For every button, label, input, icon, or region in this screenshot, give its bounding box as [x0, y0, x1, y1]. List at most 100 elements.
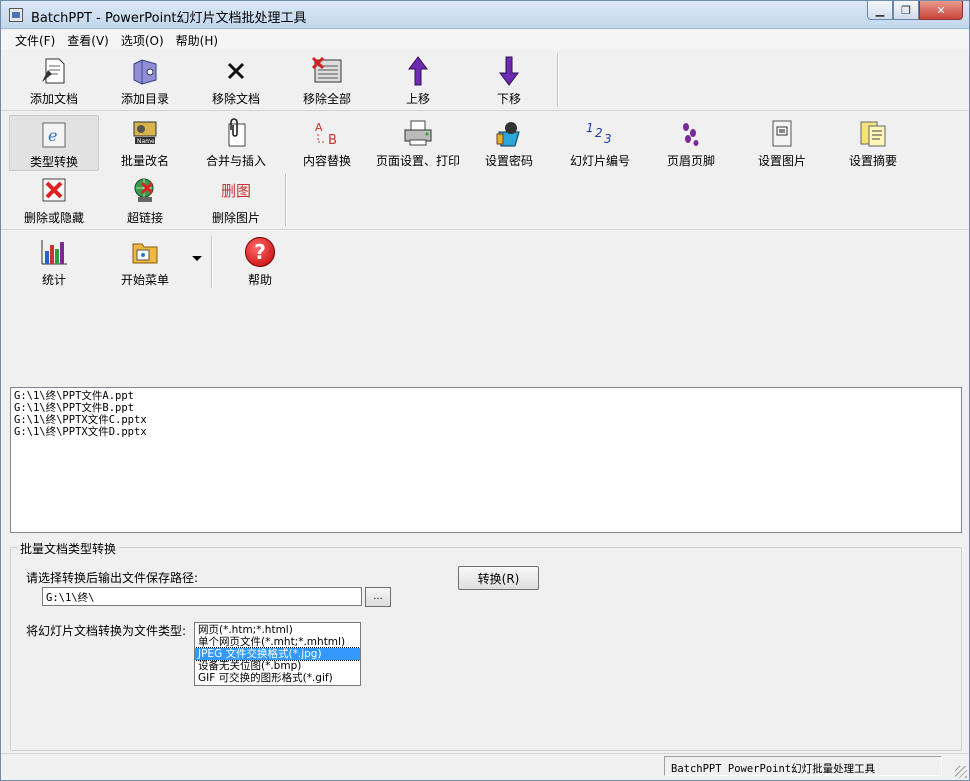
app-window: BatchPPT - PowerPoint幻灯片文档批处理工具 ▁ ❐ ✕ 文件…	[0, 0, 970, 781]
arrow-up-icon	[402, 55, 434, 87]
remove-document-button[interactable]: 移除文档	[191, 53, 281, 109]
header-footer-button[interactable]: 页眉页脚	[646, 115, 736, 171]
header-footer-label: 页眉页脚	[666, 154, 715, 168]
menu-options[interactable]: 选项(O)	[115, 32, 170, 49]
hyperlink-icon	[129, 174, 161, 206]
toolbar-separator	[557, 53, 559, 107]
file-type-label: 将幻灯片文档转换为文件类型:	[26, 624, 187, 638]
add-document-label: 添加文档	[29, 92, 78, 106]
remove-all-button[interactable]: 移除全部	[282, 53, 372, 109]
set-picture-button[interactable]: 设置图片	[737, 115, 827, 171]
statistics-button[interactable]: 统计	[9, 234, 99, 290]
resize-grip-icon[interactable]	[955, 766, 967, 778]
list-item[interactable]: G:\1\终\PPT文件A.ppt	[14, 390, 958, 402]
window-title: BatchPPT - PowerPoint幻灯片文档批处理工具	[31, 11, 307, 26]
statistics-icon	[38, 236, 70, 268]
start-menu-button[interactable]: 开始菜单	[100, 234, 190, 290]
move-down-button[interactable]: 下移	[464, 53, 554, 109]
menu-bar: 文件(F) 查看(V) 选项(O) 帮助(H)	[1, 30, 969, 50]
remove-icon	[220, 55, 252, 87]
close-button[interactable]: ✕	[919, 1, 963, 20]
delete-hide-icon	[38, 174, 70, 206]
help-icon: ?	[244, 236, 276, 268]
file-type-option-selected[interactable]: JPEG 文件交换格式(*.jpg)	[195, 647, 360, 661]
toolbar-operations: e 类型转换 Name 批量改名 合并与插入 AB 内容替换 页面设置、打印 设…	[1, 112, 969, 172]
numbering-icon: 123	[584, 117, 616, 149]
menu-file[interactable]: 文件(F)	[9, 32, 61, 49]
title-bar: BatchPPT - PowerPoint幻灯片文档批处理工具 ▁ ❐ ✕	[1, 1, 969, 29]
svg-text:B: B	[328, 133, 337, 148]
batch-rename-label: 批量改名	[120, 154, 169, 168]
remove-all-label: 移除全部	[302, 92, 351, 106]
convert-button[interactable]: 转换(R)	[458, 566, 539, 590]
panel-title: 批量文档类型转换	[17, 540, 120, 557]
output-path-label: 请选择转换后输出文件保存路径:	[26, 571, 199, 585]
restore-button[interactable]: ❐	[893, 1, 919, 20]
menu-help[interactable]: 帮助(H)	[170, 32, 224, 49]
set-summary-label: 设置摘要	[848, 154, 897, 168]
delete-hide-button[interactable]: 删除或隐藏	[9, 172, 99, 228]
minimize-button[interactable]: ▁	[867, 1, 893, 20]
window-controls: ▁ ❐ ✕	[867, 1, 963, 21]
move-up-button[interactable]: 上移	[373, 53, 463, 109]
svg-text:e: e	[48, 126, 57, 145]
file-type-option[interactable]: 网页(*.htm;*.html)	[195, 624, 360, 636]
add-folder-icon	[129, 55, 161, 87]
svg-text:2: 2	[595, 126, 603, 140]
file-type-option[interactable]: 设备无关位图(*.bmp)	[195, 660, 360, 672]
footprints-icon	[675, 117, 707, 149]
add-document-button[interactable]: 添加文档	[9, 53, 99, 109]
remove-all-icon	[311, 55, 343, 87]
slide-numbering-button[interactable]: 123 幻灯片编号	[555, 115, 645, 171]
status-bar: BatchPPT PowerPoint幻灯批量处理工具	[1, 753, 969, 780]
menu-view[interactable]: 查看(V)	[61, 32, 115, 49]
add-document-icon	[38, 55, 70, 87]
toolbar-separator	[211, 236, 213, 288]
set-picture-label: 设置图片	[757, 154, 806, 168]
output-path-input[interactable]: G:\1\终\	[42, 587, 362, 606]
hyperlink-button[interactable]: 超链接	[100, 172, 190, 228]
add-folder-button[interactable]: 添加目录	[100, 53, 190, 109]
svg-text:Name: Name	[137, 138, 155, 145]
status-text: BatchPPT PowerPoint幻灯批量处理工具	[664, 756, 942, 776]
start-menu-label: 开始菜单	[120, 273, 169, 287]
content-replace-label: 内容替换	[302, 154, 351, 168]
delete-picture-button[interactable]: 删图 删除图片	[191, 172, 281, 228]
summary-icon	[857, 117, 889, 149]
merge-insert-button[interactable]: 合并与插入	[191, 115, 281, 171]
move-down-label: 下移	[496, 92, 521, 106]
content-replace-button[interactable]: AB 内容替换	[282, 115, 372, 171]
browse-button[interactable]: ...	[365, 587, 391, 607]
batch-rename-button[interactable]: Name 批量改名	[100, 115, 190, 171]
replace-icon: AB	[311, 117, 343, 149]
set-password-button[interactable]: 设置密码	[464, 115, 554, 171]
password-icon	[493, 117, 525, 149]
start-menu-icon	[129, 236, 161, 268]
set-summary-button[interactable]: 设置摘要	[828, 115, 918, 171]
list-item[interactable]: G:\1\终\PPTX文件D.pptx	[14, 426, 958, 438]
file-type-option[interactable]: GIF 可交换的图形格式(*.gif)	[195, 672, 360, 684]
move-up-label: 上移	[405, 92, 430, 106]
hyperlink-label: 超链接	[126, 211, 163, 225]
convert-type-label: 类型转换	[29, 155, 78, 169]
file-list[interactable]: G:\1\终\PPT文件A.ppt G:\1\终\PPT文件B.ppt G:\1…	[10, 387, 962, 533]
convert-type-button[interactable]: e 类型转换	[9, 115, 99, 171]
file-type-list[interactable]: 网页(*.htm;*.html) 单个网页文件(*.mht;*.mhtml) J…	[194, 622, 361, 686]
printer-icon	[402, 117, 434, 149]
help-button[interactable]: ? 帮助	[215, 234, 305, 290]
paperclip-icon	[220, 117, 252, 149]
page-setup-print-button[interactable]: 页面设置、打印	[373, 115, 463, 171]
list-item[interactable]: G:\1\终\PPTX文件C.pptx	[14, 414, 958, 426]
toolbar-file-ops: 添加文档 添加目录 移除文档 移除全部 上移 下移	[1, 51, 969, 111]
delete-hide-label: 删除或隐藏	[23, 211, 84, 225]
batch-convert-panel: 批量文档类型转换 请选择转换后输出文件保存路径: G:\1\终\ ... 转换(…	[10, 540, 962, 751]
picture-icon	[766, 117, 798, 149]
svg-text:1: 1	[586, 121, 594, 135]
list-item[interactable]: G:\1\终\PPT文件B.ppt	[14, 402, 958, 414]
app-icon[interactable]	[9, 8, 23, 22]
start-menu-dropdown-icon[interactable]	[192, 256, 202, 261]
toolbar-misc: 统计 开始菜单 ? 帮助	[1, 234, 969, 294]
svg-text:3: 3	[604, 132, 612, 146]
file-type-option[interactable]: 单个网页文件(*.mht;*.mhtml)	[195, 636, 360, 648]
svg-text:A: A	[315, 121, 323, 134]
